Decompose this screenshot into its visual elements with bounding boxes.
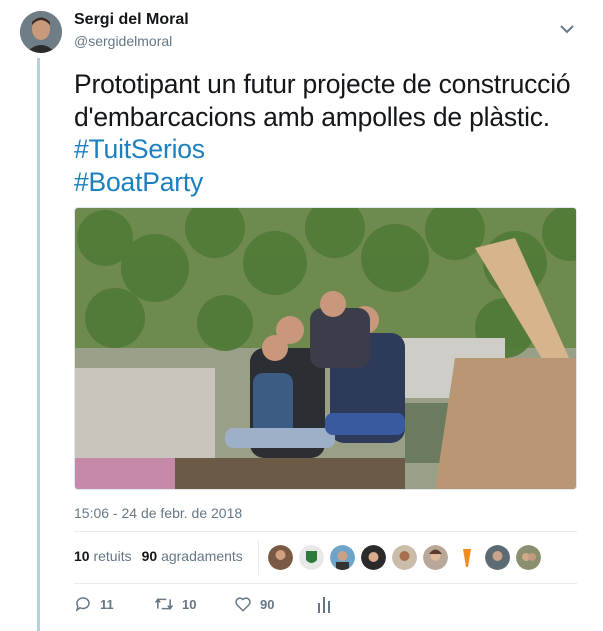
retweet-button[interactable]: 10 xyxy=(154,595,234,613)
liker-avatar[interactable] xyxy=(516,545,541,570)
liker-avatar[interactable] xyxy=(392,545,417,570)
retweet-count: 10 xyxy=(182,596,197,612)
reply-icon xyxy=(75,597,90,612)
handle[interactable]: @sergidelmoral xyxy=(74,32,189,50)
liker-avatars xyxy=(268,545,541,570)
likes-label: agradaments xyxy=(161,548,243,564)
tweet-stats: 10 retuits 90 agradaments xyxy=(74,548,243,564)
divider-top xyxy=(74,531,577,532)
liker-avatar[interactable] xyxy=(485,545,510,570)
heart-icon xyxy=(235,597,251,612)
hashtag-boatparty[interactable]: #BoatParty xyxy=(74,167,203,197)
liker-avatar[interactable] xyxy=(423,545,448,570)
retweets-label: retuits xyxy=(93,548,132,564)
likes-count: 90 xyxy=(141,548,158,564)
liker-avatar[interactable] xyxy=(299,545,324,570)
liker-avatar[interactable] xyxy=(268,545,293,570)
like-button[interactable]: 90 xyxy=(234,595,316,613)
divider-bottom xyxy=(74,583,577,584)
liker-avatar[interactable] xyxy=(361,545,386,570)
reply-button[interactable]: 11 xyxy=(74,595,154,613)
likes-stat[interactable]: 90 agradaments xyxy=(142,548,243,564)
reply-count: 11 xyxy=(100,596,114,612)
chevron-down-icon[interactable] xyxy=(560,24,574,34)
retweets-count: 10 xyxy=(74,548,90,564)
thread-line xyxy=(37,58,40,631)
photo-image xyxy=(75,208,576,489)
analytics-button[interactable] xyxy=(316,595,332,613)
tweet-actions: 11 10 90 xyxy=(74,595,332,613)
liker-avatar[interactable] xyxy=(330,545,355,570)
tweet-photo[interactable] xyxy=(74,207,577,490)
stats-separator xyxy=(258,541,259,575)
timestamp[interactable]: 15:06 - 24 de febr. de 2018 xyxy=(74,505,242,521)
like-count: 90 xyxy=(260,596,275,612)
avatar-image xyxy=(20,11,62,53)
retweets-stat[interactable]: 10 retuits xyxy=(74,548,132,564)
hashtag-tuitserios[interactable]: #TuitSerios xyxy=(74,134,205,164)
analytics-icon xyxy=(318,597,330,613)
tweet-header: Sergi del Moral @sergidelmoral xyxy=(74,10,189,50)
tweet-text: Prototipant un futur projecte de constru… xyxy=(74,68,574,198)
avatar[interactable] xyxy=(20,11,62,53)
display-name[interactable]: Sergi del Moral xyxy=(74,10,189,30)
retweet-icon xyxy=(154,598,174,610)
liker-avatar[interactable] xyxy=(454,545,479,570)
tweet-body: Prototipant un futur projecte de constru… xyxy=(74,69,571,132)
